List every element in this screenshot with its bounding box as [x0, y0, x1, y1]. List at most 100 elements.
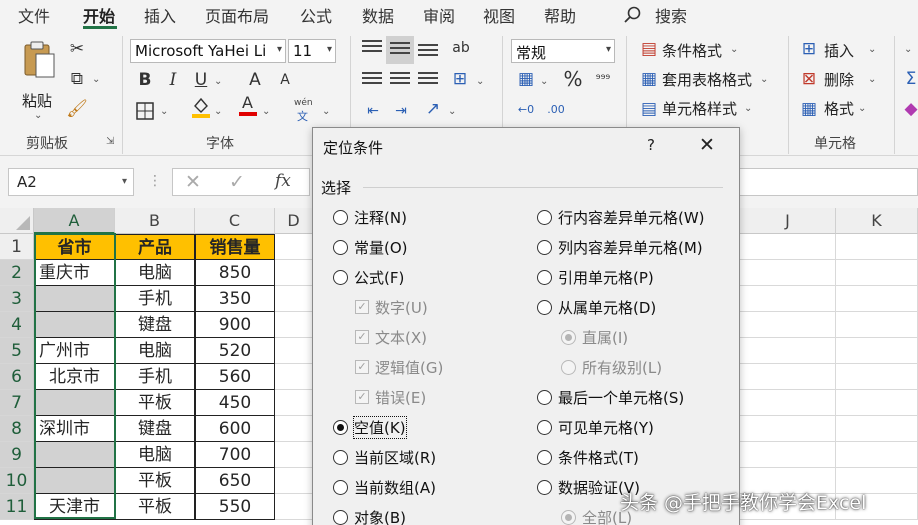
empty-cell[interactable] — [275, 416, 313, 442]
format-cells-icon[interactable]: ▦ — [798, 98, 820, 120]
table-cell[interactable]: 电脑 — [115, 442, 195, 468]
align-center-icon[interactable] — [390, 72, 410, 88]
tab-review[interactable]: 审阅 — [423, 3, 455, 27]
empty-cell[interactable] — [275, 260, 313, 286]
format-painter-icon[interactable]: 🖌 — [66, 98, 88, 120]
wrap-text-icon[interactable]: ab — [450, 37, 472, 59]
tab-formulas[interactable]: 公式 — [300, 3, 332, 27]
row-header[interactable]: 3 — [0, 286, 34, 312]
delete-cells-icon[interactable]: ⊠ — [798, 68, 820, 90]
align-left-icon[interactable] — [362, 72, 382, 88]
empty-cell[interactable] — [740, 260, 836, 286]
empty-cell[interactable] — [740, 312, 836, 338]
table-cell[interactable]: 520 — [195, 338, 275, 364]
row-header[interactable]: 8 — [0, 416, 34, 442]
decrease-decimal-icon[interactable]: .00 — [545, 98, 567, 120]
empty-cell[interactable] — [275, 234, 313, 260]
empty-cell[interactable] — [836, 338, 918, 364]
cell-styles-dropdown-icon[interactable]: ⌄ — [744, 103, 752, 114]
table-cell[interactable]: 平板 — [115, 468, 195, 494]
option-radio[interactable]: 列内容差异单元格(M) — [537, 236, 703, 258]
insert-dropdown-icon[interactable]: ⌄ — [868, 44, 876, 55]
paste-button[interactable]: 粘贴 ⌄ — [18, 40, 62, 121]
borders-dropdown-icon[interactable]: ⌄ — [160, 106, 168, 117]
row-header[interactable]: 2 — [0, 260, 34, 286]
table-dropdown-icon[interactable]: ⌄ — [760, 74, 768, 85]
orientation-dropdown-icon[interactable]: ⌄ — [448, 106, 456, 117]
table-cell[interactable]: 450 — [195, 390, 275, 416]
tab-view[interactable]: 视图 — [483, 3, 515, 27]
percent-style-button[interactable]: % — [562, 67, 584, 91]
option-radio[interactable]: 空值(K) — [333, 415, 407, 439]
merge-dropdown-icon[interactable]: ⌄ — [476, 76, 484, 87]
clipboard-launcher-icon[interactable]: ⇲ — [106, 136, 114, 147]
underline-dropdown-icon[interactable]: ⌄ — [214, 76, 222, 87]
insert-cells-button[interactable]: 插入 — [824, 40, 854, 61]
copy-icon[interactable]: ⧉ — [66, 68, 88, 90]
table-cell[interactable]: 650 — [195, 468, 275, 494]
grow-font-button[interactable]: A — [244, 69, 266, 91]
font-color-icon[interactable]: A — [237, 93, 259, 116]
bold-button[interactable]: B — [134, 69, 156, 91]
option-radio[interactable]: 常量(O) — [333, 236, 408, 258]
option-radio[interactable]: 行内容差异单元格(W) — [537, 206, 705, 228]
cell-styles-button[interactable]: 单元格样式 — [662, 98, 737, 119]
row-header[interactable]: 6 — [0, 364, 34, 390]
option-radio[interactable]: 条件格式(T) — [537, 446, 639, 468]
editing-dropdown-icon[interactable]: ⌄ — [904, 44, 912, 55]
table-cell[interactable]: 350 — [195, 286, 275, 312]
empty-cell[interactable] — [836, 234, 918, 260]
row-header[interactable]: 5 — [0, 338, 34, 364]
help-button[interactable]: ? — [647, 136, 655, 154]
table-cell[interactable]: 键盘 — [115, 416, 195, 442]
enter-icon[interactable]: ✓ — [229, 171, 245, 193]
select-all-corner[interactable] — [0, 208, 34, 234]
table-cell[interactable]: 平板 — [115, 390, 195, 416]
table-cell[interactable]: 深圳市 — [34, 416, 115, 442]
delete-cells-button[interactable]: 删除 — [824, 69, 854, 90]
row-header[interactable]: 11 — [0, 494, 34, 520]
accounting-format-icon[interactable]: ▦ — [515, 68, 537, 90]
search-icon[interactable] — [622, 5, 642, 29]
empty-cell[interactable] — [836, 364, 918, 390]
cell-styles-icon[interactable]: ▤ — [638, 98, 660, 120]
empty-cell[interactable] — [740, 234, 836, 260]
header-cell[interactable]: 销售量 — [195, 234, 275, 260]
tab-page-layout[interactable]: 页面布局 — [205, 3, 269, 27]
table-cell[interactable]: 天津市 — [34, 494, 115, 520]
column-header-k[interactable]: K — [836, 208, 918, 234]
comma-style-icon[interactable]: ⁹⁹⁹ — [592, 68, 614, 90]
row-header[interactable]: 10 — [0, 468, 34, 494]
header-cell[interactable]: 省市 — [34, 234, 115, 260]
phonetic-dropdown-icon[interactable]: ⌄ — [322, 106, 330, 117]
empty-cell[interactable] — [275, 364, 313, 390]
column-header-a[interactable]: A — [34, 208, 115, 234]
option-radio[interactable]: 对象(B) — [333, 506, 406, 525]
table-cell[interactable] — [34, 442, 115, 468]
table-cell[interactable]: 键盘 — [115, 312, 195, 338]
empty-cell[interactable] — [275, 312, 313, 338]
table-cell[interactable]: 电脑 — [115, 260, 195, 286]
empty-cell[interactable] — [740, 364, 836, 390]
fill-color-dropdown-icon[interactable]: ⌄ — [214, 106, 222, 117]
option-radio[interactable]: 最后一个单元格(S) — [537, 386, 684, 408]
tab-home[interactable]: 开始 — [83, 3, 115, 27]
table-cell[interactable]: 560 — [195, 364, 275, 390]
orientation-icon[interactable]: ↗ — [422, 98, 444, 120]
italic-button[interactable]: I — [162, 69, 184, 91]
empty-cell[interactable] — [275, 338, 313, 364]
column-header-j[interactable]: J — [740, 208, 836, 234]
search-label[interactable]: 搜索 — [655, 3, 687, 27]
table-cell[interactable]: 900 — [195, 312, 275, 338]
tab-help[interactable]: 帮助 — [544, 3, 576, 27]
table-cell[interactable]: 850 — [195, 260, 275, 286]
phonetic-guide-icon[interactable]: wén — [294, 98, 313, 108]
clear-icon[interactable]: ◆ — [900, 98, 918, 120]
empty-cell[interactable] — [275, 390, 313, 416]
empty-cell[interactable] — [740, 338, 836, 364]
name-box[interactable]: A2 ▾ — [8, 168, 134, 196]
option-radio[interactable]: 当前数组(A) — [333, 476, 436, 498]
underline-button[interactable]: U — [190, 69, 212, 91]
align-bottom-icon[interactable] — [418, 44, 438, 60]
format-cells-button[interactable]: 格式 — [824, 98, 854, 119]
